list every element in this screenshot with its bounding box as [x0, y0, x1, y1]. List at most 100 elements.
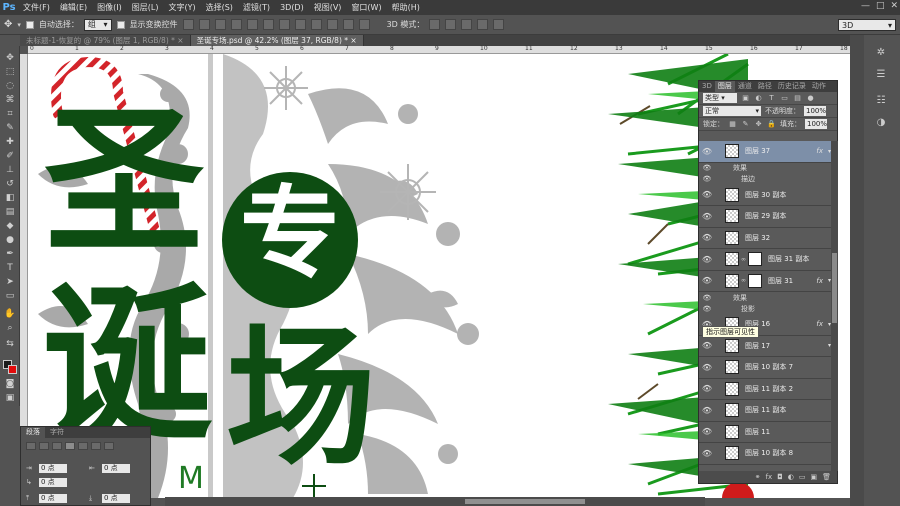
pen-tool-icon[interactable]: ✒	[3, 248, 17, 260]
filter-adjust-icon[interactable]: ◐	[754, 94, 763, 103]
new-layer-icon[interactable]: ▣	[810, 473, 817, 481]
adjustments-icon[interactable]: ◑	[872, 117, 890, 131]
path-select-icon[interactable]: ➤	[3, 276, 17, 288]
3d-rotate-button[interactable]	[429, 19, 441, 30]
filter-kind-dropdown[interactable]: 类型 ▾	[703, 93, 737, 103]
link-layers-icon[interactable]: ⚭	[755, 473, 761, 481]
distribute-vcenter-button[interactable]	[294, 19, 306, 30]
history-brush-icon[interactable]: ↺	[3, 178, 17, 190]
align-hcenter-button[interactable]	[246, 19, 258, 30]
marquee-tool-icon[interactable]: ⬚	[3, 66, 17, 78]
layer-row[interactable]: 👁 ∞ 图层 31 副本	[699, 249, 831, 271]
layer-row[interactable]: 👁 图层 17 ▾	[699, 335, 831, 357]
align-left-text-button[interactable]	[26, 442, 36, 450]
lock-all-icon[interactable]: 🔒	[767, 120, 776, 129]
eye-icon[interactable]: 👁	[699, 212, 715, 221]
background-color[interactable]	[8, 365, 17, 374]
layer-row[interactable]: 👁 图层 30 副本	[699, 184, 831, 206]
menu-3d[interactable]: 3D(D)	[275, 3, 309, 12]
3d-scale-button[interactable]	[493, 19, 505, 30]
eye-icon[interactable]: 👁	[699, 190, 715, 199]
tab-close-icon[interactable]: ×	[350, 36, 356, 45]
indent-first-input[interactable]: 0 点	[39, 477, 67, 487]
eye-icon[interactable]: 👁	[699, 175, 715, 183]
menu-type[interactable]: 文字(Y)	[163, 2, 200, 13]
justify-center-button[interactable]	[78, 442, 88, 450]
eye-icon[interactable]: 👁	[699, 427, 715, 436]
menu-image[interactable]: 图像(I)	[92, 2, 127, 13]
trash-icon[interactable]: 🗑	[822, 473, 831, 481]
opacity-input[interactable]: 100%	[804, 106, 826, 116]
menu-layer[interactable]: 图层(L)	[127, 2, 164, 13]
eye-icon[interactable]: 👁	[699, 147, 715, 156]
hand-tool-icon[interactable]: ✋	[3, 308, 17, 320]
eye-icon[interactable]: 👁	[699, 255, 715, 264]
clone-stamp-icon[interactable]: ⊥	[3, 164, 17, 176]
rectangle-tool-icon[interactable]: ▭	[3, 290, 17, 302]
add-mask-icon[interactable]: ◘	[777, 473, 783, 481]
adjustment-layer-icon[interactable]: ◐	[788, 473, 794, 481]
3d-slide-button[interactable]	[477, 19, 489, 30]
tool-preset-dropdown[interactable]: ▾	[17, 21, 21, 29]
align-vcenter-button[interactable]	[198, 19, 210, 30]
horizontal-scrollbar[interactable]	[165, 497, 705, 506]
layer-row[interactable]: 👁 图层 10 副本 8	[699, 443, 831, 465]
chain-link-icon[interactable]: ∞	[741, 277, 747, 284]
filter-shape-icon[interactable]: ▭	[780, 94, 789, 103]
zoom-tool-icon[interactable]: ⌕	[3, 322, 17, 334]
gear-icon[interactable]: ✲	[872, 47, 890, 61]
space-after-input[interactable]: 0 点	[102, 493, 130, 503]
eye-icon[interactable]: 👁	[699, 341, 715, 350]
effect-stroke-row[interactable]: 👁 描边	[699, 173, 831, 185]
blur-tool-icon[interactable]: ◆	[3, 220, 17, 232]
menu-view[interactable]: 视图(V)	[309, 2, 347, 13]
justify-left-button[interactable]	[65, 442, 75, 450]
add-style-icon[interactable]: fx	[766, 473, 773, 481]
distribute-left-button[interactable]	[326, 19, 338, 30]
menu-help[interactable]: 帮助(H)	[387, 2, 425, 13]
tab-actions[interactable]: 动作	[809, 81, 829, 92]
minimize-button[interactable]: —	[861, 1, 870, 11]
type-tool-icon[interactable]: T	[3, 262, 17, 274]
quick-select-tool-icon[interactable]: ⌘	[3, 94, 17, 106]
space-before-input[interactable]: 0 点	[39, 493, 67, 503]
layer-row[interactable]: 👁 图层 11	[699, 421, 831, 443]
show-transform-checkbox[interactable]	[116, 20, 125, 29]
fx-icon[interactable]: fx	[816, 147, 823, 155]
tab-paragraph[interactable]: 段落	[21, 427, 45, 438]
layers-scroll-thumb[interactable]	[832, 253, 837, 323]
lasso-tool-icon[interactable]: ◌	[3, 80, 17, 92]
layer-row[interactable]: 👁 图层 37 fx ▾	[699, 141, 831, 163]
effects-row[interactable]: 👁 效果	[699, 292, 831, 303]
eye-icon[interactable]: 👁	[699, 233, 715, 242]
eye-icon[interactable]: 👁	[699, 449, 715, 458]
eye-icon[interactable]: 👁	[699, 363, 715, 372]
dodge-tool-icon[interactable]: ●	[3, 234, 17, 246]
indent-right-input[interactable]: 0 点	[102, 463, 130, 473]
close-button[interactable]: ✕	[890, 1, 898, 11]
indent-left-input[interactable]: 0 点	[39, 463, 67, 473]
new-group-icon[interactable]: ▭	[799, 473, 806, 481]
align-top-button[interactable]	[182, 19, 194, 30]
tab-character[interactable]: 字符	[45, 427, 69, 438]
scroll-thumb[interactable]	[465, 499, 585, 504]
justify-all-button[interactable]	[104, 442, 114, 450]
eye-icon[interactable]: 👁	[699, 305, 715, 313]
lock-position-icon[interactable]: ✥	[754, 120, 763, 129]
eye-icon[interactable]: 👁	[699, 294, 715, 302]
brush-tool-icon[interactable]: ✐	[3, 150, 17, 162]
quick-mask-icon[interactable]: ◙	[3, 378, 17, 390]
eye-icon[interactable]: 👁	[699, 406, 715, 415]
tab-document-2[interactable]: 圣诞专场.psd @ 42.2% (图层 37, RGB/8) * ×	[190, 35, 364, 46]
eyedropper-tool-icon[interactable]: ✎	[3, 122, 17, 134]
align-left-button[interactable]	[230, 19, 242, 30]
healing-brush-icon[interactable]: ✚	[3, 136, 17, 148]
brush-settings-icon[interactable]: ☰	[872, 69, 890, 83]
tab-channels[interactable]: 通道	[735, 81, 755, 92]
blend-mode-dropdown[interactable]: 正常 ▾	[703, 106, 761, 116]
distribute-bottom-button[interactable]	[310, 19, 322, 30]
chain-link-icon[interactable]: ∞	[741, 256, 747, 263]
layer-mask-thumbnail[interactable]	[748, 273, 762, 288]
tab-paths[interactable]: 路径	[755, 81, 775, 92]
menu-select[interactable]: 选择(S)	[201, 2, 238, 13]
